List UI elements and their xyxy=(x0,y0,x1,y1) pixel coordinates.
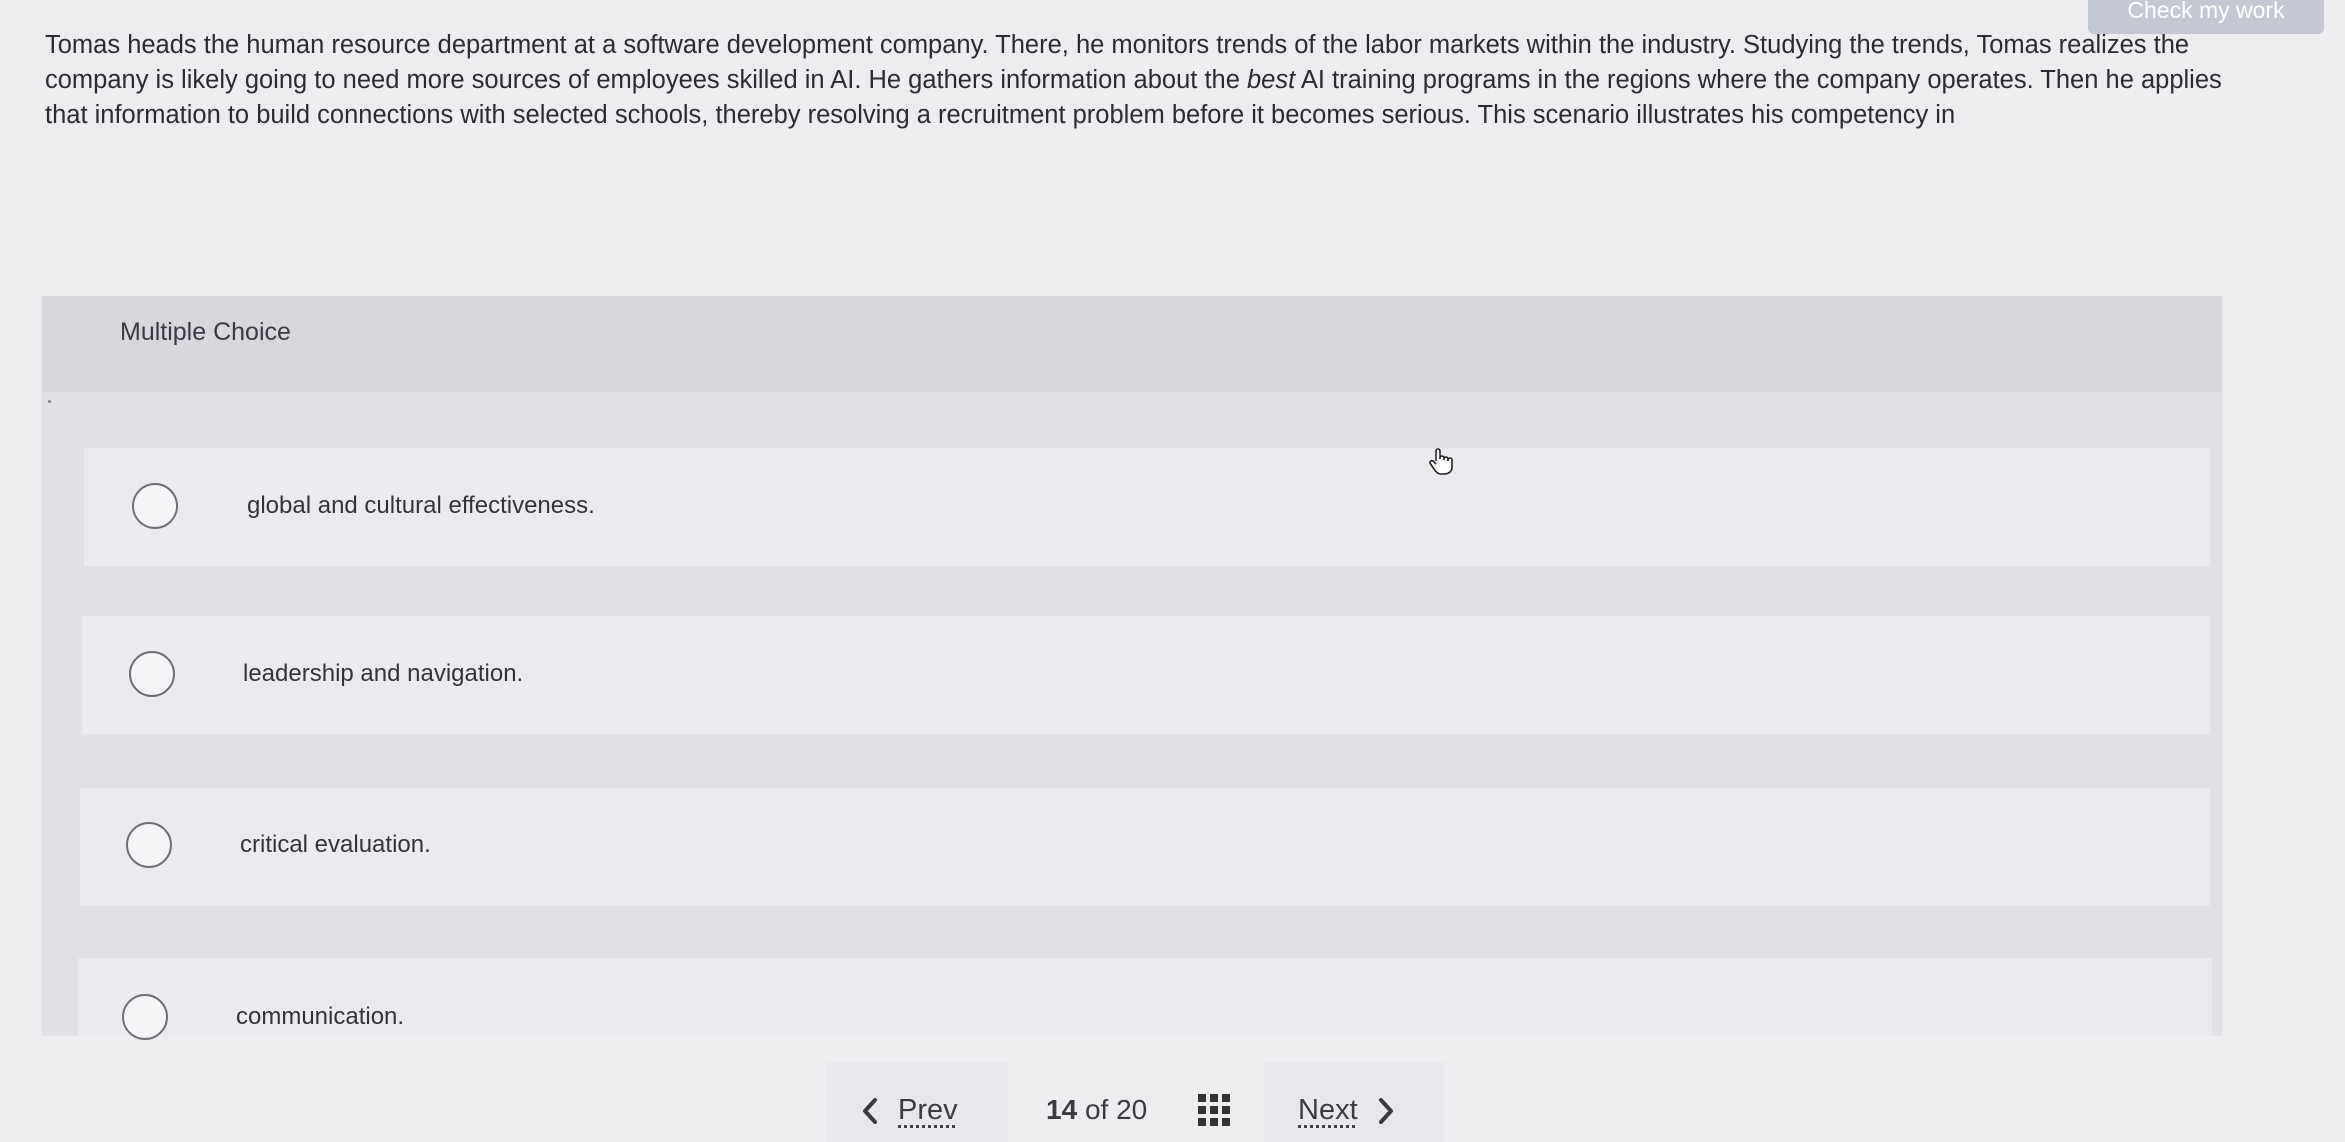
option-label: critical evaluation. xyxy=(240,831,431,858)
panel-title: Multiple Choice xyxy=(120,318,291,346)
prev-button[interactable]: Prev xyxy=(860,1094,958,1127)
stray-dot xyxy=(48,400,51,403)
next-button[interactable]: Next xyxy=(1298,1094,1396,1127)
grid-icon[interactable] xyxy=(1198,1094,1230,1126)
question-emphasis: best xyxy=(1246,66,1296,94)
panel-header: Multiple Choice xyxy=(42,296,2222,392)
total-questions: 20 xyxy=(1116,1094,1148,1125)
of-label: of xyxy=(1084,1094,1109,1125)
chevron-left-icon xyxy=(863,1097,877,1124)
option-label: communication. xyxy=(236,1003,405,1030)
prev-label: Prev xyxy=(898,1094,958,1126)
option-3[interactable]: critical evaluation. xyxy=(80,788,2210,906)
question-counter: 14 of 20 xyxy=(1046,1094,1147,1126)
option-label: leadership and navigation. xyxy=(243,660,524,687)
radio-icon[interactable] xyxy=(126,822,172,868)
radio-icon[interactable] xyxy=(122,994,168,1040)
option-4[interactable]: communication. xyxy=(78,958,2212,1040)
chevron-right-icon xyxy=(1378,1097,1393,1124)
next-label: Next xyxy=(1298,1094,1358,1126)
option-2[interactable]: leadership and navigation. xyxy=(82,616,2210,734)
radio-icon[interactable] xyxy=(132,483,178,529)
question-text: Tomas heads the human resource departmen… xyxy=(45,28,2225,133)
answer-panel: Multiple Choice global and cultural effe… xyxy=(42,296,2222,1040)
hand-cursor-icon xyxy=(1429,448,1453,475)
option-label: global and cultural effectiveness. xyxy=(247,492,595,519)
radio-icon[interactable] xyxy=(129,651,175,697)
current-question: 14 xyxy=(1046,1094,1078,1125)
option-1[interactable]: global and cultural effectiveness. xyxy=(84,448,2210,566)
